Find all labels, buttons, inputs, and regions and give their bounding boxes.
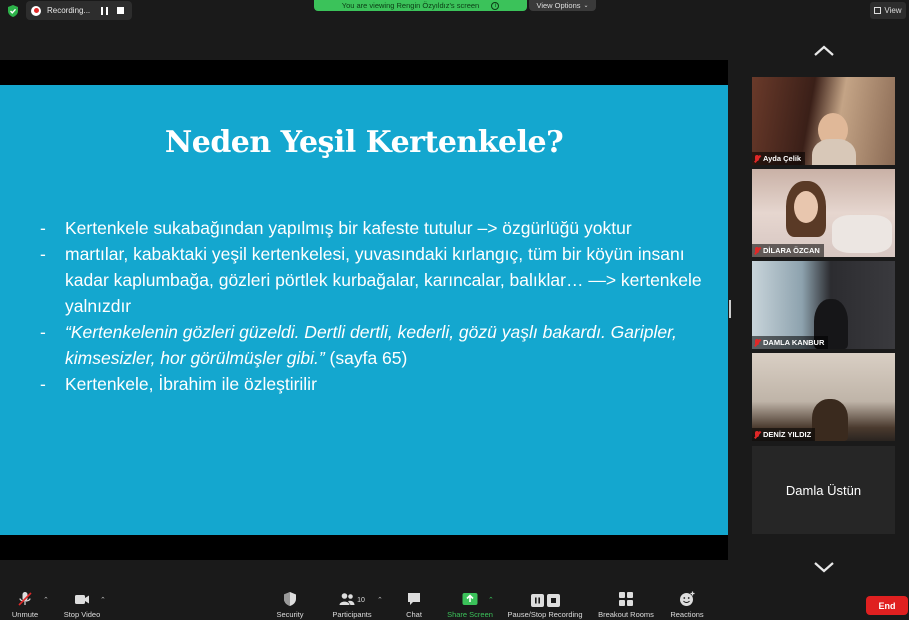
participant-name: DAMLA KANBUR [763, 338, 825, 347]
participant-nameplate: DİLARA ÖZCAN [752, 244, 824, 257]
mic-muted-icon [754, 154, 760, 163]
end-meeting-button[interactable]: End [866, 596, 908, 615]
split-resize-handle[interactable] [729, 300, 731, 318]
reactions-label: Reactions [670, 610, 704, 619]
participant-video-figure [794, 191, 818, 223]
chevron-up-icon[interactable] [813, 44, 835, 58]
participant-video-figure [832, 215, 892, 253]
participant-name: Damla Üstün [785, 482, 862, 498]
slide-bullet: - “Kertenkelenin gözleri güzeldi. Dertli… [40, 319, 720, 371]
recording-indicator: Recording... [26, 1, 132, 20]
recording-controls-icons [530, 594, 560, 607]
unmute-label: Unmute [11, 610, 39, 619]
mic-muted-icon [754, 246, 760, 255]
participant-nameplate: DENİZ YILDIZ [752, 428, 816, 441]
grid-view-icon [874, 7, 882, 14]
participants-icon-group: 10 [339, 591, 365, 610]
chat-button[interactable]: Chat [400, 588, 428, 620]
reactions-button[interactable]: Reactions [667, 588, 707, 620]
participant-tile[interactable]: DİLARA ÖZCAN [752, 169, 895, 257]
meeting-top-bar: Recording... You are viewing Rengin Özyı… [0, 0, 909, 22]
stop-icon [546, 594, 560, 607]
mic-muted-icon [754, 430, 760, 439]
participant-name: DİLARA ÖZCAN [763, 246, 820, 255]
view-button-label: View [884, 6, 902, 15]
unmute-button[interactable]: Unmute [8, 588, 42, 620]
participant-name: DENİZ YILDIZ [763, 430, 812, 439]
bullet-dash: - [40, 374, 46, 394]
participants-count: 10 [357, 597, 365, 604]
slide-title: Neden Yeşil Kertenkele? [164, 125, 564, 160]
chat-bubble-icon [408, 593, 420, 605]
smiley-plus-icon [680, 591, 695, 606]
stop-video-label: Stop Video [63, 610, 101, 619]
view-options-button[interactable]: View Options ⌄ [529, 0, 596, 11]
chat-label: Chat [406, 610, 422, 619]
bullet-text: martılar, kabaktaki yeşil kertenkelesi, … [65, 244, 702, 316]
viewing-screen-banner: You are viewing Rengin Özyıldız's screen… [314, 0, 527, 11]
stop-video-button[interactable]: Stop Video [60, 588, 104, 620]
pause-stop-recording-label: Pause/Stop Recording [507, 610, 583, 619]
security-shield-icon[interactable] [6, 4, 20, 18]
view-options-label: View Options [536, 1, 581, 10]
slide-bullet-list: - Kertenkele sukabağından yapılmış bir k… [40, 215, 720, 397]
bullet-dash: - [40, 244, 46, 264]
info-icon[interactable]: i [491, 1, 500, 10]
bullet-text: Kertenkele, İbrahim ile özleştirilir [65, 374, 317, 394]
bullet-text: Kertenkele sukabağından yapılmış bir kaf… [65, 218, 632, 238]
share-options-caret-icon[interactable]: ⌃ [488, 596, 494, 604]
participant-tile[interactable]: Ayda Çelik [752, 77, 895, 165]
meeting-toolbar: Unmute ⌃ Stop Video ⌃ Security 10 Partic… [0, 588, 909, 620]
pause-icon [530, 594, 544, 607]
participants-button[interactable]: 10 Participants [328, 588, 376, 620]
people-icon [339, 593, 355, 605]
chevron-down-icon: ⌄ [583, 3, 589, 9]
slide-bullet: - Kertenkele sukabağından yapılmış bir k… [40, 215, 720, 241]
participant-nameplate: DAMLA KANBUR [752, 336, 829, 349]
recording-dot-icon [31, 5, 41, 16]
participant-tile[interactable]: DENİZ YILDIZ [752, 353, 895, 441]
security-label: Security [276, 610, 304, 619]
viewing-screen-text: You are viewing Rengin Özyıldız's screen [341, 1, 480, 10]
participant-name: Ayda Çelik [763, 154, 802, 163]
slide-bullet: - Kertenkele, İbrahim ile özleştirilir [40, 371, 720, 397]
bullet-dash: - [40, 322, 46, 342]
pause-stop-recording-button[interactable]: Pause/Stop Recording [504, 588, 586, 620]
participants-options-caret-icon[interactable]: ⌃ [377, 596, 383, 604]
audio-options-caret-icon[interactable]: ⌃ [43, 596, 49, 604]
participant-nameplate: Ayda Çelik [752, 152, 806, 165]
mic-muted-icon [754, 338, 760, 347]
participant-video-figure [812, 399, 848, 441]
participant-video-figure [812, 139, 856, 165]
breakout-rooms-button[interactable]: Breakout Rooms [595, 588, 657, 620]
breakout-rooms-grid-icon [619, 592, 633, 606]
view-button[interactable]: View [870, 2, 906, 19]
breakout-rooms-label: Breakout Rooms [598, 610, 654, 619]
slide-bullet: - martılar, kabaktaki yeşil kertenkelesi… [40, 241, 720, 319]
video-options-caret-icon[interactable]: ⌃ [100, 596, 106, 604]
chevron-down-icon[interactable] [813, 560, 835, 574]
participant-tile[interactable]: Damla Üstün [752, 446, 895, 534]
share-screen-arrow-icon [462, 593, 478, 605]
security-button[interactable]: Security [272, 588, 308, 620]
shield-icon [284, 592, 296, 606]
microphone-muted-icon [18, 592, 32, 606]
participants-label: Participants [332, 610, 372, 619]
pause-recording-icon[interactable] [101, 6, 108, 15]
stop-recording-icon[interactable] [117, 7, 124, 14]
recording-label: Recording... [47, 6, 91, 15]
share-screen-button[interactable]: Share Screen [444, 588, 496, 620]
presentation-slide: Neden Yeşil Kertenkele? - Kertenkele suk… [0, 85, 728, 535]
share-screen-label: Share Screen [447, 610, 493, 619]
bullet-dash: - [40, 218, 46, 238]
video-camera-icon [75, 595, 89, 604]
bullet-text: (sayfa 65) [324, 348, 408, 368]
participant-tile[interactable]: DAMLA KANBUR [752, 261, 895, 349]
